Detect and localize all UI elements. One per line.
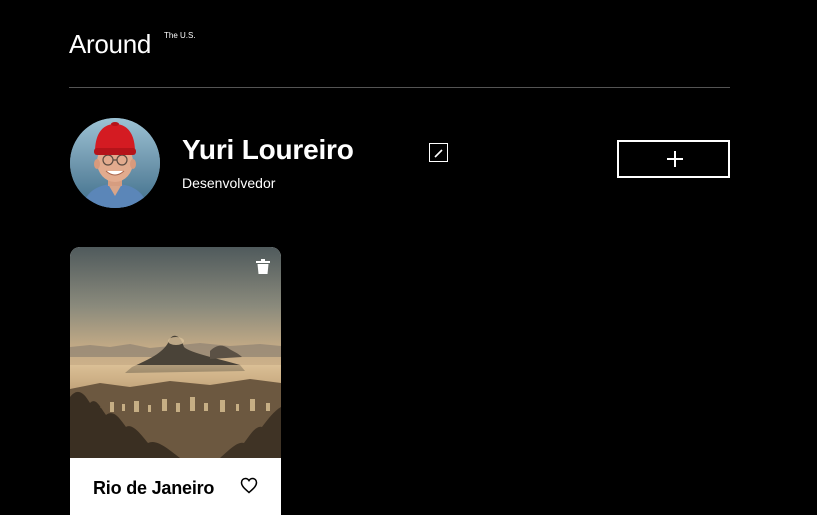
page: Around The U.S. Yuri Loureiro Desenvolve… — [0, 0, 817, 515]
trash-icon — [256, 259, 270, 274]
profile-job: Desenvolvedor — [182, 175, 276, 191]
logo: Around — [69, 29, 152, 59]
edit-profile-button[interactable] — [429, 143, 448, 162]
header: Around The U.S. — [69, 0, 730, 88]
avatar[interactable] — [70, 118, 160, 208]
add-card-button[interactable] — [617, 140, 730, 178]
card-image[interactable] — [70, 247, 281, 458]
plus-icon — [667, 151, 683, 167]
card: Rio de Janeiro — [70, 247, 281, 515]
pencil-icon — [434, 149, 443, 158]
sugarloaf-mountain-photo — [70, 247, 281, 458]
avatar-photo — [70, 118, 160, 208]
like-button[interactable] — [240, 477, 258, 494]
card-title: Rio de Janeiro — [93, 478, 215, 498]
delete-card-button[interactable] — [256, 259, 270, 274]
profile-name: Yuri Loureiro — [182, 134, 354, 165]
heart-outline-icon — [240, 477, 258, 494]
card-footer: Rio de Janeiro — [70, 458, 281, 515]
logo-superscript: The U.S. — [164, 31, 196, 40]
